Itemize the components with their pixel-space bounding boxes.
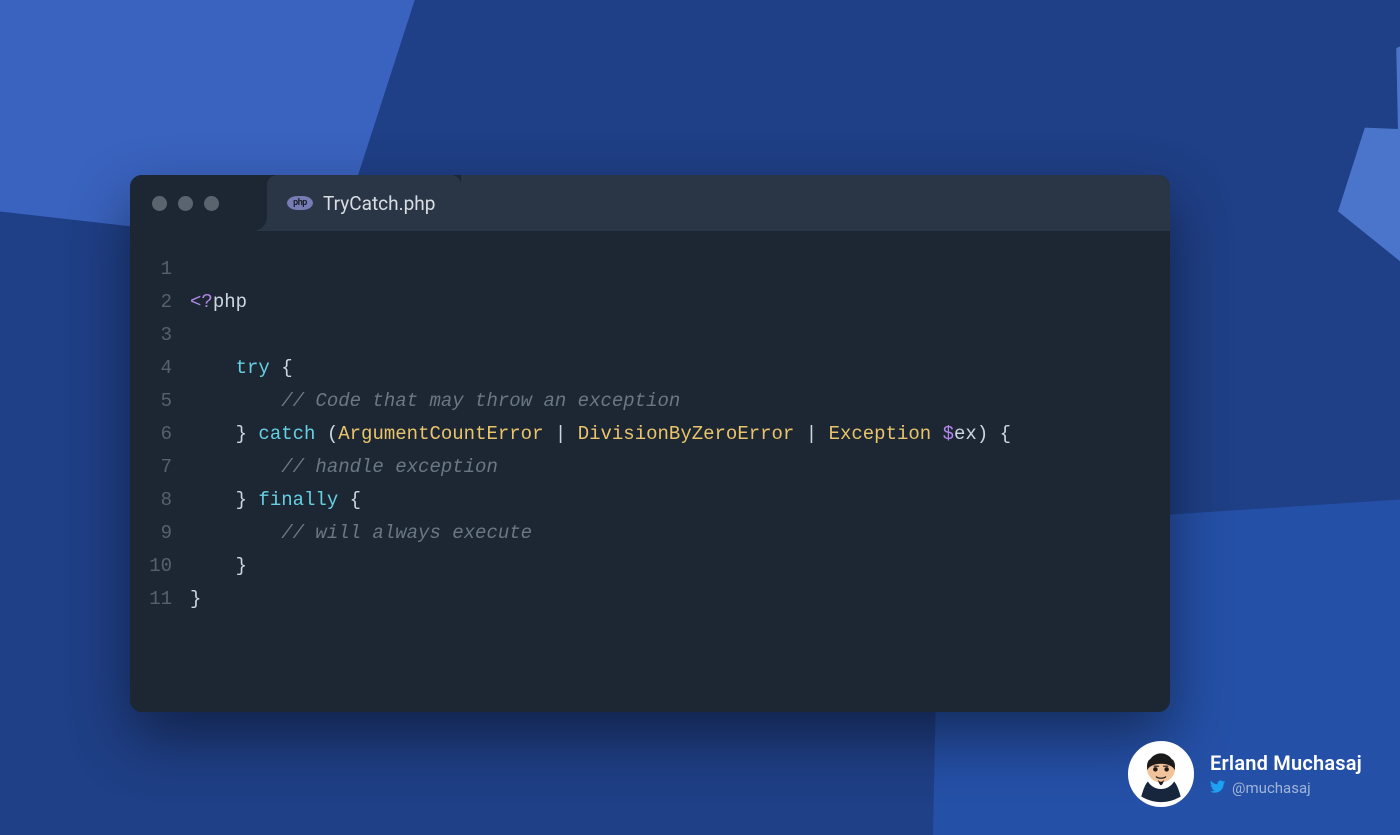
avatar <box>1128 741 1194 807</box>
line-number-gutter: 1 2 3 4 5 6 7 8 9 10 11 <box>130 253 190 682</box>
code-window: php TryCatch.php 1 2 3 4 5 6 7 8 9 10 11… <box>130 175 1170 712</box>
twitter-icon <box>1210 779 1226 798</box>
code-area: 1 2 3 4 5 6 7 8 9 10 11 <?php try { // C… <box>130 231 1170 712</box>
tab-filename: TryCatch.php <box>323 192 435 215</box>
code-line <box>190 621 201 643</box>
author-handle-text: @muchasaj <box>1232 779 1311 797</box>
maximize-icon[interactable] <box>204 196 219 211</box>
line-number: 5 <box>130 385 172 418</box>
code-line: try { <box>190 357 293 379</box>
line-number: 11 <box>130 583 172 616</box>
author-handle[interactable]: @muchasaj <box>1210 779 1362 798</box>
line-number: 8 <box>130 484 172 517</box>
code-line: } finally { <box>190 489 361 511</box>
file-tab[interactable]: php TryCatch.php <box>267 175 461 231</box>
author-name: Erland Muchasaj <box>1210 751 1362 775</box>
code-line: } catch (ArgumentCountError | DivisionBy… <box>190 423 1011 445</box>
line-number: 6 <box>130 418 172 451</box>
line-number: 9 <box>130 517 172 550</box>
code-line <box>190 324 201 346</box>
minimize-icon[interactable] <box>178 196 193 211</box>
code-line: // will always execute <box>190 522 532 544</box>
line-number: 10 <box>130 550 172 583</box>
line-number: 4 <box>130 352 172 385</box>
code-content[interactable]: <?php try { // Code that may throw an ex… <box>190 253 1170 682</box>
line-number: 2 <box>130 286 172 319</box>
code-line: } <box>190 588 201 610</box>
line-number: 7 <box>130 451 172 484</box>
php-icon: php <box>287 196 313 210</box>
code-line: } <box>190 555 247 577</box>
avatar-illustration <box>1131 744 1191 804</box>
line-number: 1 <box>130 253 172 286</box>
window-title-bar: php TryCatch.php <box>130 175 1170 231</box>
code-line: // handle exception <box>190 456 498 478</box>
close-icon[interactable] <box>152 196 167 211</box>
line-number: 3 <box>130 319 172 352</box>
tab-bar-remainder <box>461 175 1170 231</box>
code-line: // Code that may throw an exception <box>190 390 680 412</box>
author-credit: Erland Muchasaj @muchasaj <box>1128 741 1362 807</box>
code-line: <?php <box>190 291 247 313</box>
traffic-lights <box>130 196 219 211</box>
